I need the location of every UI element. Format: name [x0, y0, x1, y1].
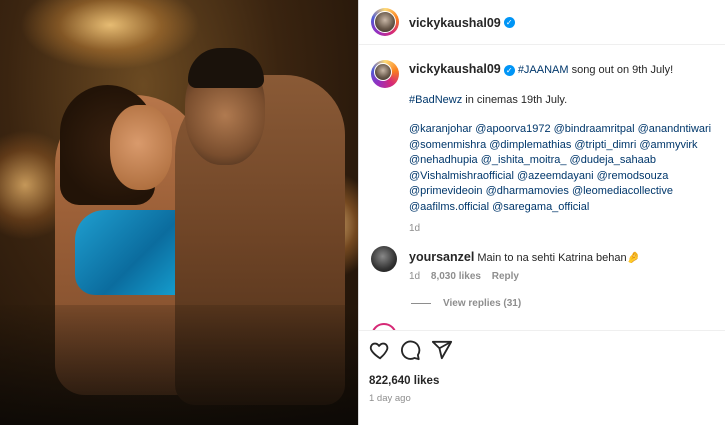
caption-line-1: vickykaushal09 ✓ #JAANAM song out on 9th … — [409, 62, 714, 79]
woman-face — [110, 105, 172, 190]
heart-icon[interactable] — [369, 339, 393, 363]
comment-age[interactable]: 1d — [409, 271, 420, 282]
comment-username[interactable]: yoursanzel — [409, 250, 474, 264]
caption-text: song out on 9th July! — [568, 64, 674, 76]
caption-text: in cinemas 19th July. — [462, 93, 568, 106]
post-actions: 822,640 likes 1 day ago — [359, 330, 725, 426]
pool-water — [0, 305, 358, 425]
comment: yoursanzel Main to na sehti Katrina beha… — [409, 250, 714, 309]
hashtag-link[interactable]: #JAANAM — [518, 64, 569, 76]
comment-text: Main to na sehti Katrina behan🤌 — [474, 252, 641, 264]
post-time[interactable]: 1 day ago — [369, 393, 411, 404]
verified-badge-icon: ✓ — [503, 17, 515, 29]
comment-meta: 1d 8,030 likes Reply — [409, 271, 714, 282]
chandelier-light — [20, 0, 200, 70]
comment-icon[interactable] — [399, 339, 423, 363]
header-avatar[interactable] — [371, 8, 399, 36]
view-replies-label[interactable]: View replies (31) — [443, 298, 521, 309]
caption-age[interactable]: 1d — [409, 221, 714, 237]
header-user: vickykaushal09 ✓ — [409, 14, 515, 32]
caption-mentions[interactable]: @karanjohar @apoorva1972 @bindraamritpal… — [409, 122, 714, 215]
post-header: vickykaushal09 ✓ — [359, 0, 725, 45]
view-replies[interactable]: View replies (31) — [411, 298, 714, 309]
instagram-post-view: vickykaushal09 ✓ vickykaushal09 ✓ #JAANAM … — [0, 0, 725, 425]
caption-line-2: #BadNewz in cinemas 19th July. — [409, 93, 714, 109]
reply-button[interactable]: Reply — [492, 271, 519, 282]
post-image[interactable] — [0, 0, 358, 425]
verified-badge-icon: ✓ — [503, 64, 515, 76]
man-hair — [188, 48, 264, 88]
reply-line — [411, 302, 431, 304]
post-caption: vickykaushal09 ✓ #JAANAM song out on 9th … — [409, 62, 714, 237]
comment-avatar[interactable] — [371, 246, 397, 272]
caption-username[interactable]: vickykaushal09 — [409, 62, 501, 76]
share-icon[interactable] — [431, 339, 455, 363]
header-username[interactable]: vickykaushal09 — [409, 16, 501, 30]
hashtag-link[interactable]: #BadNewz — [409, 94, 462, 106]
caption-avatar[interactable] — [371, 60, 399, 88]
post-side-panel: vickykaushal09 ✓ vickykaushal09 ✓ #JAANAM … — [359, 0, 725, 425]
likes-count[interactable]: 822,640 likes — [369, 375, 439, 387]
comment-likes[interactable]: 8,030 likes — [431, 271, 481, 282]
